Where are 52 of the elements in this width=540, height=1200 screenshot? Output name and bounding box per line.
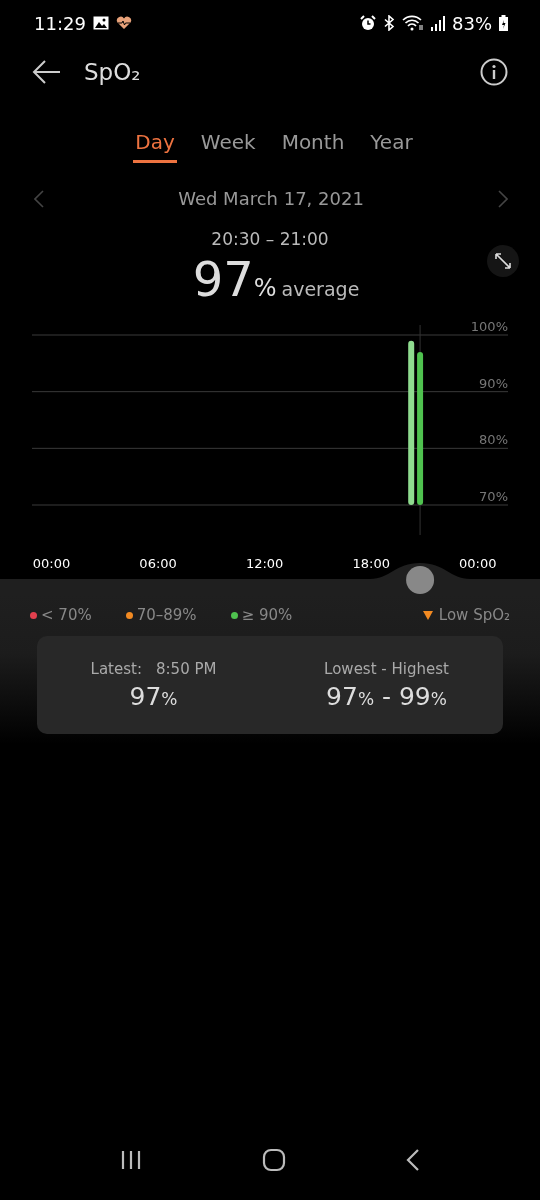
page-title: SpO₂ — [84, 59, 141, 85]
x-axis-label: 00:00 — [32, 556, 71, 571]
x-axis-label: 00:00 — [459, 556, 497, 571]
time-range: 20:30 – 21:00 — [210, 229, 330, 249]
period-tab[interactable]: Week — [198, 126, 258, 163]
clock-time: 11:29 — [34, 12, 86, 34]
recent-apps-icon — [120, 1150, 142, 1170]
info-button[interactable] — [480, 58, 508, 86]
battery-icon — [499, 15, 508, 31]
y-axis-label: 70% — [479, 489, 508, 504]
stat-label: Lowest - Highest — [324, 659, 449, 678]
period-tab[interactable]: Year — [368, 126, 415, 163]
image-icon — [92, 16, 109, 30]
home-button[interactable] — [262, 1148, 286, 1172]
chevron-left-icon — [34, 189, 44, 208]
home-icon — [262, 1148, 286, 1172]
stat-value: 97% — [129, 681, 178, 711]
signal-icon — [431, 15, 445, 31]
average-label: average — [281, 278, 360, 300]
bluetooth-icon — [383, 15, 395, 31]
period-tab[interactable]: Month — [279, 126, 347, 163]
y-axis-label: 100% — [470, 319, 508, 334]
date-label: Wed March 17, 2021 — [178, 188, 364, 209]
y-axis-label: 90% — [479, 375, 508, 391]
average-value: 97% — [192, 255, 277, 303]
legend-label: < 70% — [41, 606, 92, 624]
x-axis-label: 18:00 — [352, 556, 390, 571]
chevron-left-icon — [406, 1149, 420, 1171]
heart-icon — [115, 16, 132, 30]
legend-label: ≥ 90% — [241, 606, 293, 624]
period-tab[interactable]: Day — [133, 126, 177, 163]
alarm-icon — [360, 15, 376, 31]
triangle-marker-icon — [422, 610, 433, 620]
back-arrow-icon — [32, 59, 62, 85]
slider-handle[interactable] — [406, 566, 435, 594]
expand-icon — [494, 252, 512, 270]
x-axis-label: 06:00 — [139, 556, 177, 571]
wifi-icon — [402, 15, 424, 31]
info-icon — [480, 58, 508, 86]
battery-percent: 83% — [452, 12, 492, 34]
chevron-right-icon — [498, 189, 508, 208]
back-nav-button[interactable] — [406, 1149, 420, 1171]
legend-label: Low SpO₂ — [438, 606, 510, 624]
y-axis-label: 80% — [479, 432, 508, 448]
stat-value: 97% - 99% — [326, 681, 447, 711]
back-button[interactable] — [32, 59, 62, 85]
stat-time: 8:50 PM — [156, 659, 217, 678]
stat-label: Latest: — [90, 659, 142, 678]
legend-label: 70–89% — [136, 606, 197, 624]
x-axis-label: 12:00 — [245, 556, 284, 571]
recent-apps-button[interactable] — [120, 1150, 142, 1170]
expand-button[interactable] — [487, 245, 519, 277]
